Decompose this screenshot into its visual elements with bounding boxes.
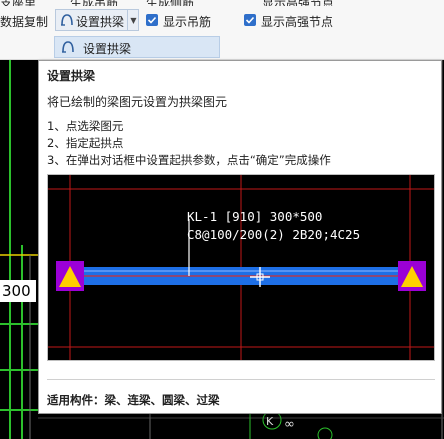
dimension-label: 300 [0, 280, 36, 302]
svg-text:∞: ∞ [284, 417, 295, 432]
tooltip-divider [47, 379, 435, 380]
arch-beam-icon [62, 41, 74, 53]
tooltip-description: 将已绘制的梁图元设置为拱梁图元 [47, 95, 228, 109]
ribbon-cut-text-3: 生成侧筋 [146, 0, 216, 6]
set-arch-beam-label: 设置拱梁 [76, 15, 125, 29]
tooltip-step-3: 3、在弹出对话框中设置起拱参数，点击“确定”完成操作 [47, 153, 331, 167]
svg-text:K: K [266, 415, 274, 428]
dropdown-item-label: 设置拱梁 [83, 42, 132, 56]
tooltip-title: 设置拱梁 [47, 69, 96, 83]
ribbon-cut-text-1: 支座里 [0, 0, 40, 6]
tooltip-step-1: 1、点选梁图元 [47, 119, 124, 133]
ribbon-cut-text-4: 显示高强节点 [262, 0, 342, 6]
tooltip-set-arch-beam: 设置拱梁 将已绘制的梁图元设置为拱梁图元 1、点选梁图元 2、指定起拱点 3、在… [38, 60, 442, 414]
dropdown-item-set-arch-beam[interactable]: 设置拱梁 [54, 36, 220, 58]
arch-beam-icon [61, 14, 73, 26]
tooltip-step-2: 2、指定起拱点 [47, 136, 124, 150]
tooltip-footer: 适用构件：梁、连梁、圆梁、过梁 [47, 392, 220, 408]
tooltip-preview-image: KL-1 [910] 300*500 C8@100/200(2) 2B20;4C… [47, 174, 435, 361]
checkmark-icon [147, 16, 157, 24]
checkmark-icon [245, 16, 255, 24]
applicable-components-label: 适用构件： [47, 393, 105, 407]
beam-label-line-2: C8@100/200(2) 2B20;4C25 [187, 227, 361, 242]
beam-preview-drawing [48, 175, 434, 360]
chevron-down-icon[interactable]: ▼ [127, 9, 139, 31]
show-hanging-bar-label: 显示吊筋 [163, 15, 212, 29]
show-hanging-bar-checkbox[interactable] [146, 14, 158, 26]
applicable-components-value: 梁、连梁、圆梁、过梁 [104, 393, 220, 407]
data-copy-button[interactable]: 数据复制 [0, 13, 48, 30]
ribbon-cut-text-2: 生成吊筋 [70, 0, 140, 6]
beam-label-line-1: KL-1 [910] 300*500 [187, 209, 323, 224]
show-high-strength-node-checkbox[interactable] [244, 14, 256, 26]
show-high-strength-node-label: 显示高强节点 [261, 15, 334, 29]
